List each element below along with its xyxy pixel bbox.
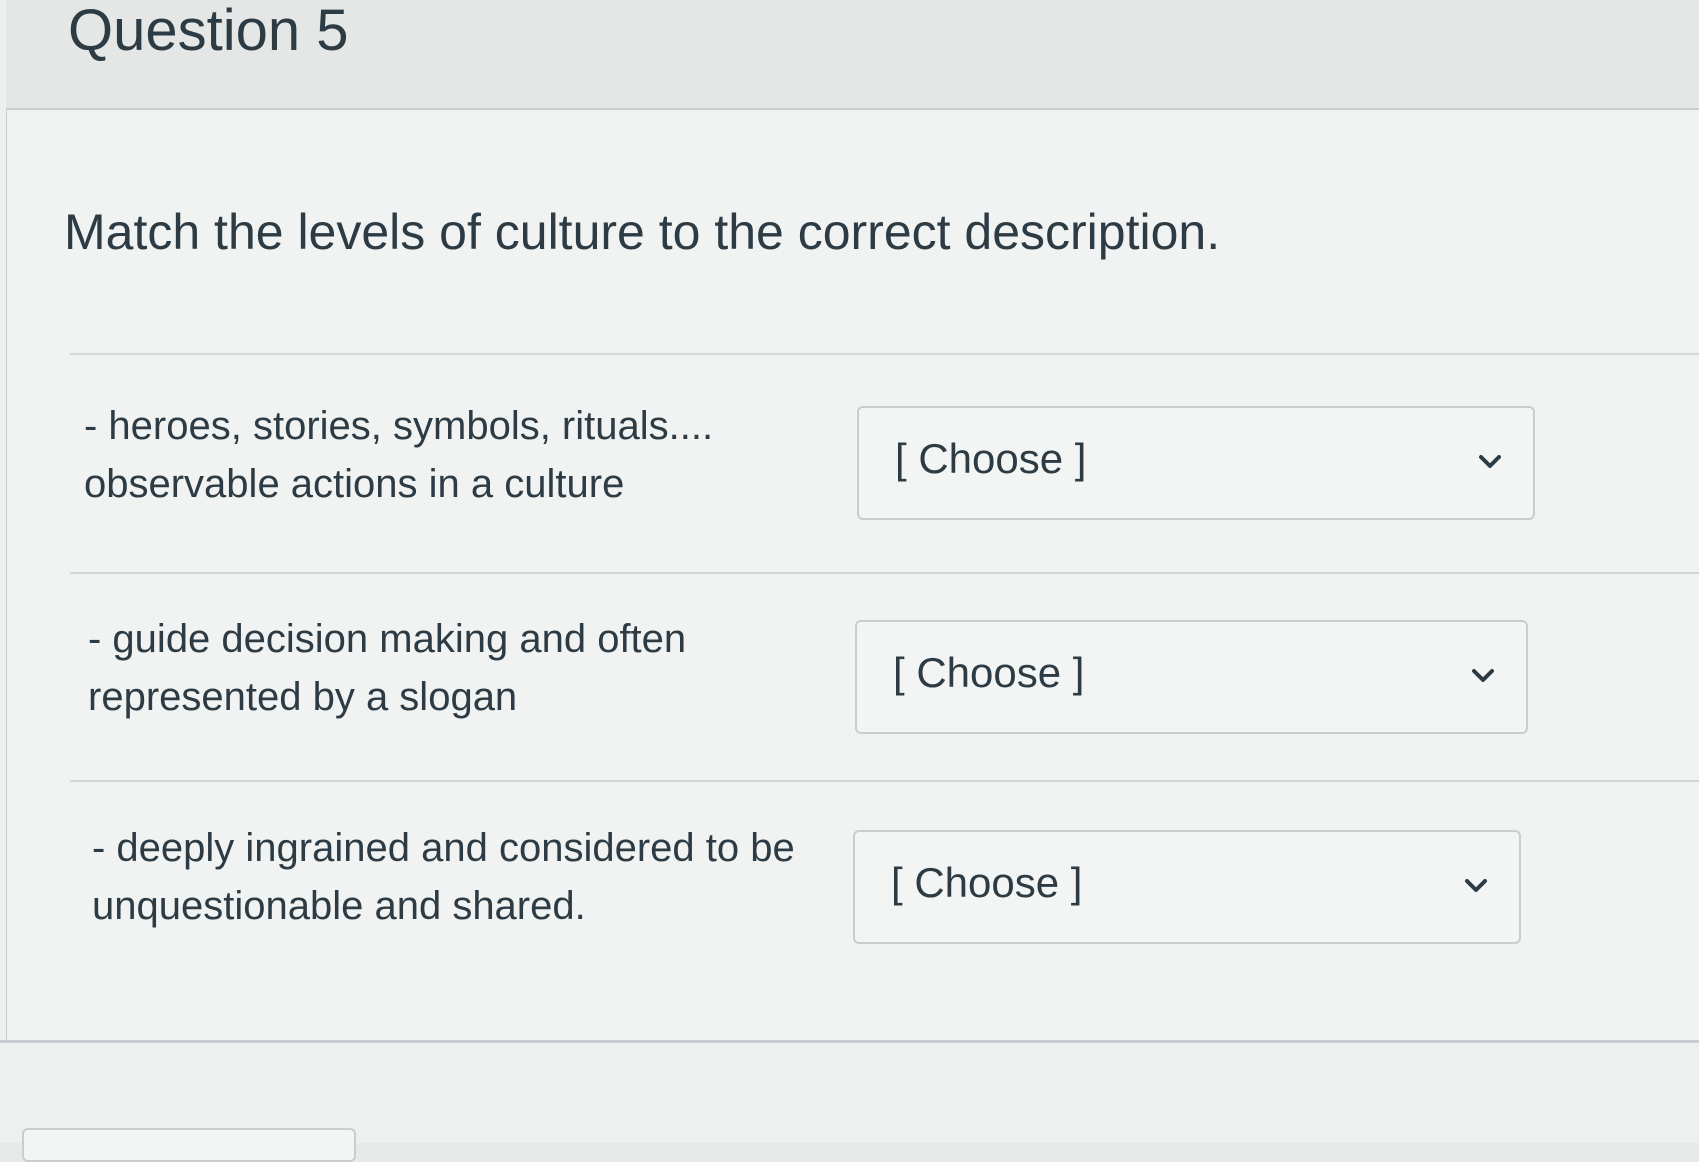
row-divider: [70, 353, 1699, 355]
answer-select-3[interactable]: [ Choose ]: [853, 830, 1521, 944]
match-row-label-line1: - heroes, stories, symbols, rituals....: [84, 404, 714, 448]
row-divider: [70, 572, 1699, 574]
match-row-label-line2: unquestionable and shared.: [92, 884, 586, 928]
answer-select-value: [ Choose ]: [893, 649, 1085, 696]
chevron-down-icon: [1472, 669, 1494, 682]
match-row-label-line2: represented by a slogan: [88, 675, 518, 719]
answer-select-2[interactable]: [ Choose ]: [855, 620, 1528, 734]
match-row-label: - heroes, stories, symbols, rituals.... …: [84, 397, 864, 513]
answer-select-1[interactable]: [ Choose ]: [857, 406, 1535, 520]
row-divider: [70, 780, 1699, 782]
match-row-label-line2: observable actions in a culture: [84, 462, 625, 506]
question-title: Question 5: [68, 0, 349, 63]
chevron-down-icon: [1465, 879, 1487, 892]
match-row-label-line1: - guide decision making and often: [88, 617, 687, 661]
answer-select-value: [ Choose ]: [895, 435, 1087, 482]
question-header: Question 5: [6, 0, 1699, 110]
chevron-down-icon: [1479, 455, 1501, 468]
match-row-label-line1: - deeply ingrained and considered to be: [92, 826, 795, 870]
question-prompt: Match the levels of culture to the corre…: [64, 204, 1221, 260]
quiz-page: Question 5 Match the levels of culture t…: [0, 0, 1699, 1162]
match-row-label: - guide decision making and often repres…: [88, 610, 868, 726]
match-row-label: - deeply ingrained and considered to be …: [92, 819, 872, 935]
partial-button[interactable]: [22, 1128, 356, 1162]
answer-select-value: [ Choose ]: [891, 859, 1083, 906]
question-bottom-border: [0, 1040, 1699, 1043]
